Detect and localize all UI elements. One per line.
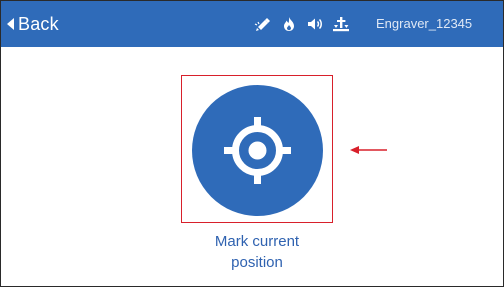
anchor-icon xyxy=(332,15,350,33)
laser-pen-icon xyxy=(254,15,272,33)
mark-current-position-label: Mark current position xyxy=(177,231,337,273)
status-icons xyxy=(254,14,358,34)
mark-label-line1: Mark current xyxy=(214,233,300,250)
back-arrow-icon xyxy=(7,18,14,30)
crosshair-icon xyxy=(224,117,291,184)
device-screen: Back Engraver_12345 Mark current positio… xyxy=(0,0,504,287)
pointer-arrow-icon xyxy=(350,146,387,154)
fire-icon xyxy=(280,15,298,33)
device-name: Engraver_12345 xyxy=(376,16,473,31)
speaker-icon xyxy=(306,15,324,33)
back-button[interactable]: Back xyxy=(7,11,59,37)
back-label: Back xyxy=(18,13,59,34)
mark-current-position-button[interactable] xyxy=(192,85,323,216)
mark-label-line2: position xyxy=(231,254,283,271)
top-bar: Back Engraver_12345 xyxy=(1,1,503,47)
